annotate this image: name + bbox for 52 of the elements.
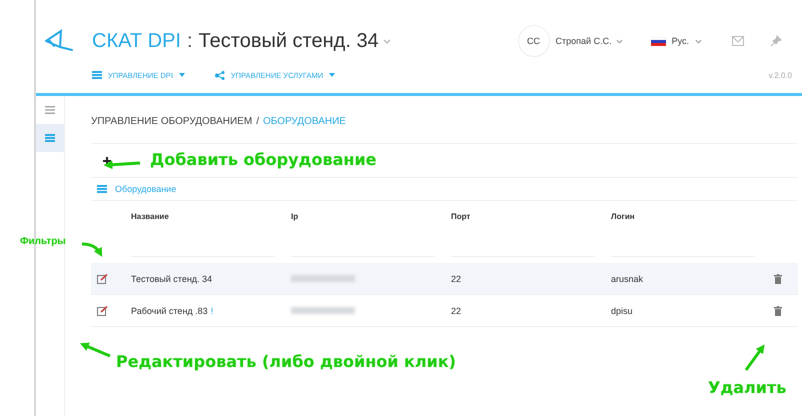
column-header[interactable]: Логин [611,212,771,220]
breadcrumb-parent[interactable]: УПРАВЛЕНИЕ ОБОРУДОВАНИЕМ [91,116,252,127]
caret-icon [382,38,391,44]
annotation-label: Удалить [708,378,786,397]
version-label: v.2.0.0 [768,70,792,80]
user-avatar[interactable]: CC [518,25,550,57]
annotation-arrow [104,160,140,170]
table-cell: 22 [451,306,462,316]
panel-title: Оборудование [115,184,176,194]
flag-icon [650,36,666,46]
add-button[interactable] [101,154,113,166]
list-icon [97,185,107,193]
column-header[interactable]: Название [131,212,291,220]
caret-icon [178,73,185,77]
table-cell: Рабочий стенд .83 [131,306,208,316]
table-row[interactable]: Рабочий стенд .83 ! 22 dpisu [91,295,798,327]
annotation-label: Фильтры [20,236,66,247]
table-cell: Тестовый стенд. 34 [131,274,212,284]
annotation-label: Добавить оборудование [150,150,376,169]
title-separator: : [186,30,193,52]
breadcrumb-separator: / [256,116,259,127]
pin-icon[interactable] [770,35,782,47]
column-header[interactable]: Ip [291,212,451,220]
warning-mark: ! [210,306,214,316]
caret-icon [329,73,336,77]
caret-icon [695,38,702,44]
edit-icon[interactable] [97,274,108,284]
caret-icon [616,38,623,44]
table-cell: arusnak [611,274,644,284]
list-icon [45,134,55,142]
table-cell: dpisu [611,306,633,316]
annotation-arrow [80,342,111,358]
column-header[interactable]: Порт [451,212,611,220]
table-cell: 22 [451,274,462,284]
trash-icon[interactable] [774,274,782,284]
brand-name: СКАТ DPI [92,30,181,52]
trash-icon[interactable] [774,306,782,316]
list-icon [92,71,102,79]
logo-icon [44,29,74,53]
annotation-label: Редактировать (либо двойной клик) [116,352,456,371]
sidebar-item[interactable] [36,124,64,152]
share-icon [214,70,225,80]
mail-icon[interactable] [732,36,744,46]
menu-icon [45,106,55,114]
edit-icon[interactable] [97,306,108,316]
user-menu[interactable]: Стропай С.С. [556,36,623,46]
table-row[interactable]: Тестовый стенд. 34 22 arusnak [91,263,798,295]
annotation-arrow [82,242,102,257]
language-menu[interactable]: Рус. [650,36,702,46]
breadcrumb-current: ОБОРУДОВАНИЕ [262,116,346,127]
annotation-arrow [744,344,765,371]
device-selector[interactable]: Тестовый стенд. 34 [198,30,391,52]
